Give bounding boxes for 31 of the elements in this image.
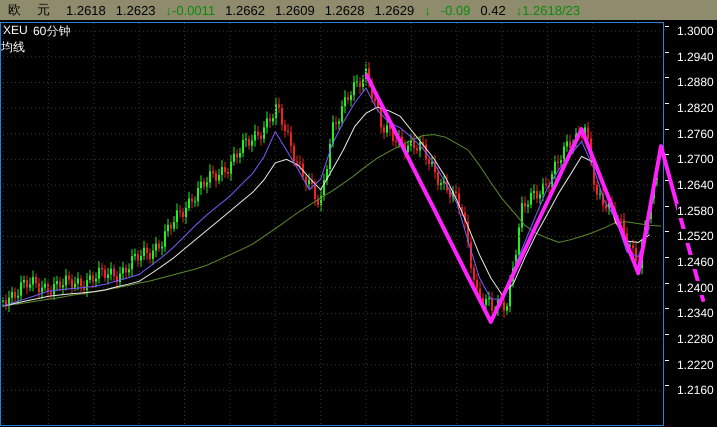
axis-label: 1.2400 — [677, 280, 714, 295]
symbol-label: XEU — [3, 23, 28, 37]
axis-label: 1.2940 — [677, 50, 714, 64]
axis-label: 1.2280 — [677, 332, 714, 346]
axis-label: 1.2880 — [677, 75, 714, 90]
quote-value: 1.2618 — [66, 2, 106, 18]
axis-label: 1.2820 — [677, 101, 714, 116]
quote-value: ↓ — [424, 2, 431, 18]
axis-label: 1.2160 — [677, 383, 714, 398]
quote-value: 1.2623 — [116, 2, 156, 18]
axis-label: 1.2220 — [677, 358, 714, 372]
axis-label: 1.2520 — [677, 229, 714, 244]
quote-value: 1.2662 — [225, 2, 265, 18]
axis-label: 1.2760 — [677, 126, 714, 141]
period-label: 60分钟 — [33, 23, 70, 40]
quote-value: 元 — [37, 1, 50, 19]
axis-label: 1.2700 — [677, 152, 714, 166]
axis-label: 1.2640 — [677, 178, 714, 192]
quote-value: 1.2629 — [374, 2, 414, 18]
axis-label: 1.3000 — [677, 24, 714, 38]
axis-label: 1.2340 — [677, 306, 714, 320]
quote-value: ↓1.2618/23 — [516, 2, 580, 18]
quote-value: ↓-0.0011 — [166, 2, 216, 18]
axis-label: 1.2460 — [677, 255, 714, 270]
quote-value: -0.09 — [440, 2, 470, 18]
quote-value: 1.2628 — [324, 2, 364, 18]
indicator-label: 均线 — [1, 39, 25, 56]
axis-label: 1.2580 — [677, 204, 714, 218]
quote-value: 1.2609 — [274, 2, 315, 18]
quote-value: 0.42 — [480, 2, 506, 18]
quote-value: 欧 — [8, 1, 21, 19]
